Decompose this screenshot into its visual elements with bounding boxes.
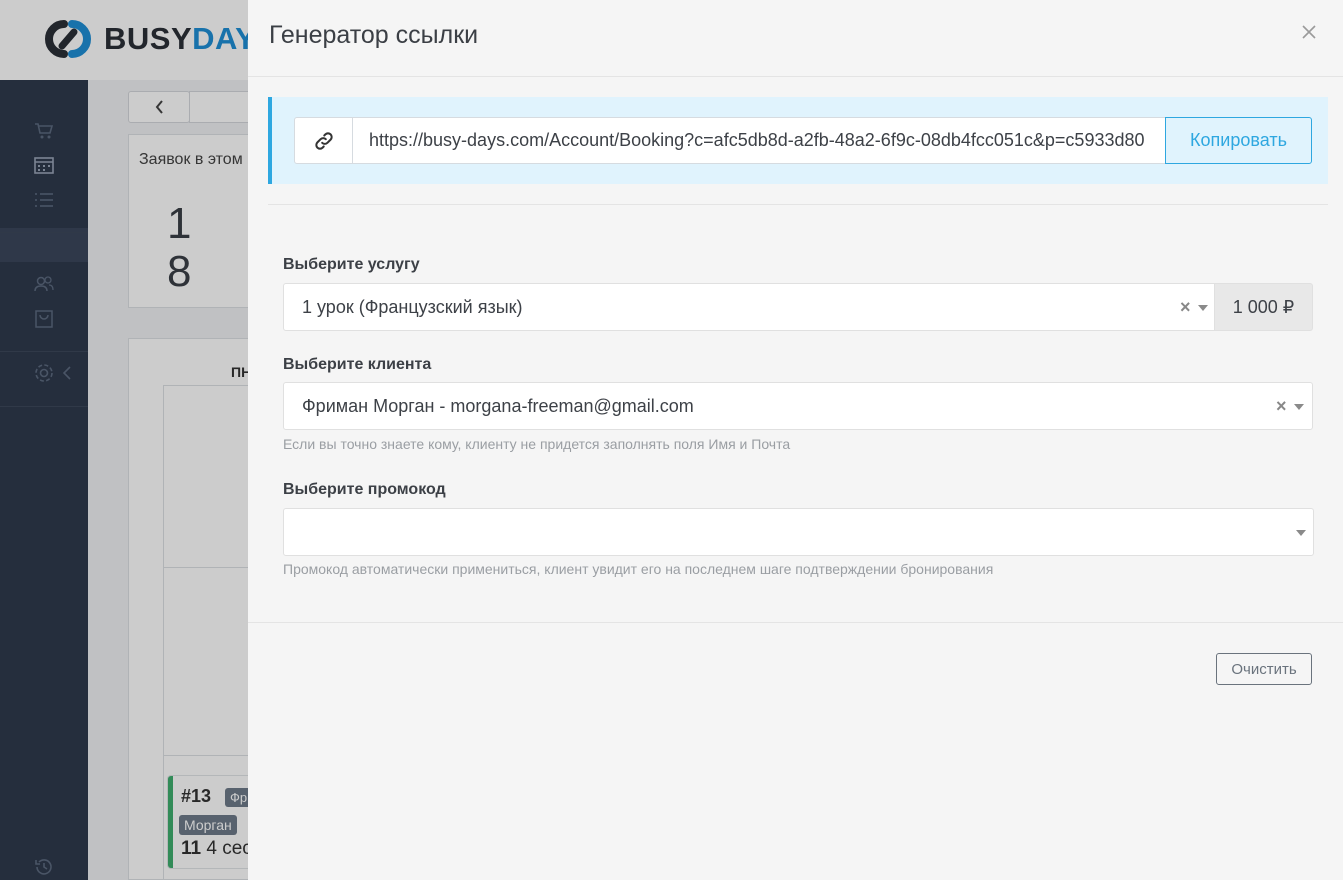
service-clear-icon[interactable]: ×: [1180, 298, 1191, 316]
promo-label: Выберите промокод: [283, 481, 446, 498]
client-select[interactable]: Фриман Морган - morgana-freeman@gmail.co…: [283, 382, 1313, 430]
divider: [248, 622, 1343, 623]
generated-link-input[interactable]: [353, 117, 1166, 164]
link-icon: [294, 117, 353, 164]
panel-header: Генератор ссылки: [248, 0, 1343, 77]
panel-title: Генератор ссылки: [269, 21, 479, 49]
client-hint: Если вы точно знаете кому, клиенту не пр…: [283, 436, 791, 452]
service-label: Выберите услугу: [283, 256, 420, 273]
promo-hint: Промокод автоматически примениться, клие…: [283, 561, 994, 577]
client-label: Выберите клиента: [283, 356, 432, 373]
service-chevron-down-icon[interactable]: [1198, 305, 1208, 311]
service-select-value: 1 урок (Французский язык): [302, 297, 523, 317]
service-select[interactable]: 1 урок (Французский язык) ×: [283, 283, 1215, 331]
client-select-value: Фриман Морган - morgana-freeman@gmail.co…: [302, 396, 694, 416]
divider: [268, 204, 1328, 205]
close-button[interactable]: [1298, 21, 1320, 43]
client-chevron-down-icon[interactable]: [1294, 404, 1304, 410]
close-icon: [1302, 25, 1316, 39]
copy-button[interactable]: Копировать: [1165, 117, 1312, 164]
generated-link-box: Копировать: [268, 97, 1328, 184]
link-generator-panel: Генератор ссылки Копировать Выберите усл…: [248, 0, 1343, 880]
promo-chevron-down-icon[interactable]: [1296, 530, 1306, 536]
clear-button[interactable]: Очистить: [1216, 653, 1312, 685]
promo-select[interactable]: [283, 508, 1314, 556]
service-price: 1 000 ₽: [1215, 283, 1313, 331]
client-clear-icon[interactable]: ×: [1276, 397, 1287, 415]
